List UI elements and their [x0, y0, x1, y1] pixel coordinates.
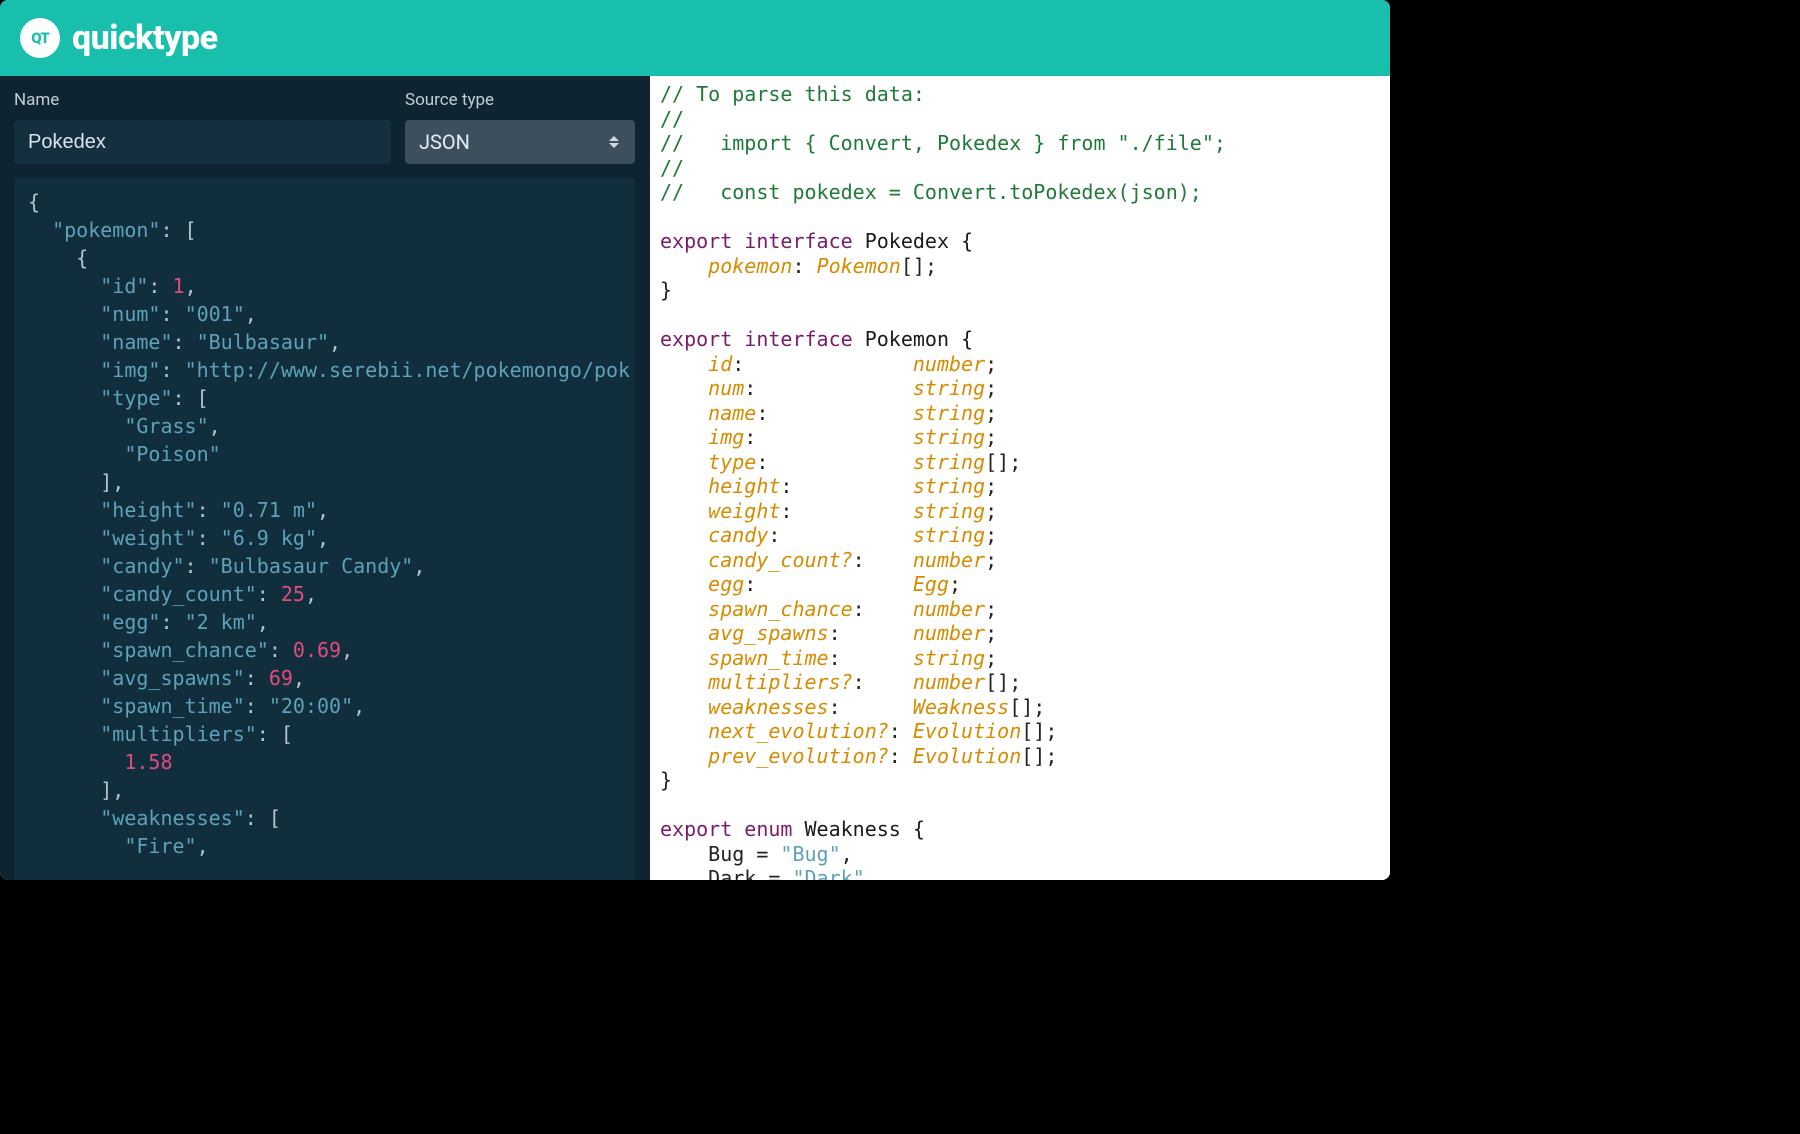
logo-badge-text: QT — [31, 29, 49, 47]
name-input[interactable] — [14, 120, 391, 164]
source-type-value: JSON — [419, 130, 607, 154]
logo-badge-icon: QT — [20, 18, 60, 58]
app-window: QT quicktype Name Source type JSON — [0, 0, 1390, 880]
select-caret-icon — [607, 136, 621, 148]
name-label: Name — [14, 90, 391, 110]
brand-name: quicktype — [72, 18, 218, 58]
output-code-pane[interactable]: // To parse this data://// import { Conv… — [650, 76, 1390, 880]
controls-row: Name Source type JSON — [0, 76, 649, 174]
header-bar: QT quicktype — [0, 0, 1390, 76]
source-type-label: Source type — [405, 90, 635, 110]
input-pane: Name Source type JSON { "pokemon": [ { — [0, 76, 650, 880]
json-input-editor[interactable]: { "pokemon": [ { "id": 1, "num": "001", … — [14, 178, 635, 880]
source-type-control: Source type JSON — [405, 90, 635, 164]
source-type-select[interactable]: JSON — [405, 120, 635, 164]
name-control: Name — [14, 90, 391, 164]
main-split: Name Source type JSON { "pokemon": [ { — [0, 76, 1390, 880]
